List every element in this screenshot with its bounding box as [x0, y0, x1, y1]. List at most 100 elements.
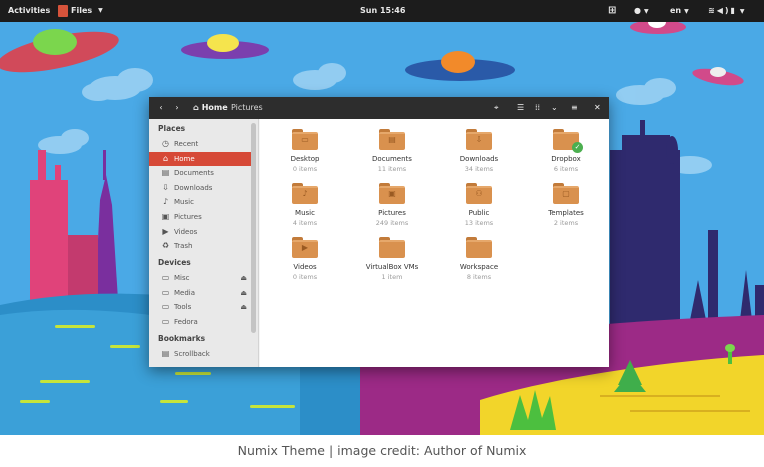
folder-item[interactable]: ▶ Videos 0 items [265, 237, 345, 281]
sidebar-item-recent[interactable]: ◷ Recent [149, 137, 251, 151]
icon-view: ▭ Desktop 0 items ▤ Documents 11 items ⇩ Downlo… [260, 119, 609, 367]
folder-icon [379, 237, 405, 258]
home-icon: ⌂ [193, 103, 199, 112]
sidebar-item-downloads[interactable]: ⇩ Downloads [149, 181, 251, 195]
files-app-icon [58, 5, 68, 17]
chevron-down-icon[interactable]: ⌄ [551, 97, 558, 119]
folder-item-count: 0 items [292, 165, 318, 173]
download-icon: ⇩ [162, 182, 169, 192]
sidebar-device-media[interactable]: ▭ Media ⏏ [149, 286, 251, 300]
chevron-down-icon: ▼ [684, 8, 689, 15]
documents-folder-icon: ▤ [379, 129, 405, 150]
sidebar-item-label: Tools [174, 303, 192, 312]
sidebar-device-fedora[interactable]: ▭ Fedora [149, 315, 251, 329]
home-icon: ⌂ [162, 153, 169, 163]
folder-item[interactable]: ▢ Templates 2 items [526, 183, 606, 227]
bookmark-icon: ▤ [161, 349, 170, 358]
hamburger-menu-icon[interactable]: ≡ [571, 97, 578, 119]
music-icon: ♪ [162, 197, 169, 207]
folder-item[interactable]: ▣ Pictures 249 items [352, 183, 432, 227]
folder-item[interactable]: ⇩ Downloads 34 items [439, 129, 519, 173]
top-panel: Activities Files ▼ Sun 15:46 ⊞ ● ▼ en ▼ ≋◀… [0, 0, 764, 22]
grid-view-icon[interactable]: ⁞⁞ [535, 97, 540, 119]
accessibility-menu[interactable]: ● ▼ [634, 0, 649, 22]
folder-item-count: 0 items [292, 273, 318, 281]
bookmarks-heading: Bookmarks [158, 334, 206, 343]
sidebar-item-music[interactable]: ♪ Music [149, 195, 251, 209]
accessibility-icon: ● [634, 6, 641, 15]
language-menu[interactable]: en ▼ [670, 0, 689, 22]
folder-item[interactable]: ✓ Dropbox 6 items [526, 129, 606, 173]
back-button[interactable]: ‹ [155, 97, 167, 119]
clock[interactable]: Sun 15:46 [360, 0, 405, 22]
clock-icon: ◷ [162, 139, 169, 148]
sync-check-icon: ✓ [572, 142, 583, 153]
folder-item-count: 6 items [553, 165, 579, 173]
sidebar-item-label: Misc [174, 274, 190, 282]
folder-item-count: 249 items [375, 219, 409, 227]
videos-folder-icon: ▶ [292, 237, 318, 258]
document-icon: ▤ [161, 168, 170, 178]
sidebar-item-label: Media [174, 288, 196, 297]
sidebar-item-trash[interactable]: ♻ Trash [149, 239, 251, 253]
folder-item-count: 8 items [466, 273, 492, 281]
sidebar-device-tools[interactable]: ▭ Tools ⏏ [149, 300, 251, 314]
folder-name: Music [295, 209, 315, 217]
drive-icon: ▭ [161, 302, 170, 312]
folder-name: Templates [548, 209, 584, 217]
sidebar-bookmark-scrollback[interactable]: ▤ Scrollback [149, 347, 251, 361]
downloads-folder-icon: ⇩ [466, 129, 492, 150]
sidebar-device-misc[interactable]: ▭ Misc ⏏ [149, 271, 251, 285]
folder-name: Documents [372, 155, 412, 163]
folder-item-count: 13 items [464, 219, 494, 227]
app-menu-label: Files [71, 6, 93, 15]
breadcrumb-home[interactable]: ⌂ Home [193, 97, 228, 119]
sidebar-item-label: Fedora [174, 317, 198, 326]
header-bar: ‹ › ⌂ Home Pictures ⌖ ☰ ⁞⁞ ⌄ ≡ ✕ [149, 97, 609, 119]
files-window: ‹ › ⌂ Home Pictures ⌖ ☰ ⁞⁞ ⌄ ≡ ✕ Places ◷… [149, 97, 609, 367]
eject-icon[interactable]: ⏏ [240, 300, 247, 314]
dropbox-folder-icon: ✓ [553, 129, 583, 153]
desktop-folder-icon: ▭ [292, 129, 318, 150]
image-caption: Numix Theme | image credit: Author of Nu… [237, 443, 527, 458]
chevron-down-icon: ▼ [98, 7, 103, 14]
folder-icon [466, 237, 492, 258]
forward-button[interactable]: › [171, 97, 183, 119]
breadcrumb-current[interactable]: Pictures [231, 97, 263, 119]
drive-icon: ▭ [161, 316, 170, 326]
folder-item[interactable]: ♪ Music 4 items [265, 183, 345, 227]
folder-name: Videos [293, 263, 317, 271]
picture-icon: ▣ [161, 212, 170, 221]
workspace-grid-icon[interactable]: ⊞ [608, 0, 616, 22]
location-icon[interactable]: ⌖ [494, 97, 499, 119]
public-folder-icon: ⚇ [466, 183, 492, 204]
folder-item[interactable]: ▭ Desktop 0 items [265, 129, 345, 173]
volume-icon: ◀) [716, 6, 731, 15]
devices-heading: Devices [158, 258, 191, 267]
folder-item[interactable]: ▤ Documents 11 items [352, 129, 432, 173]
sidebar-item-label: Recent [174, 140, 199, 148]
folder-item[interactable]: VirtualBox VMs 1 item [352, 237, 432, 281]
close-icon[interactable]: ✕ [594, 97, 601, 119]
folder-name: Downloads [459, 155, 499, 163]
sidebar-item-pictures[interactable]: ▣ Pictures [149, 210, 251, 224]
app-menu-button[interactable]: Files ▼ [58, 0, 103, 22]
eject-icon[interactable]: ⏏ [240, 286, 247, 300]
sidebar-item-home[interactable]: ⌂ Home [149, 151, 251, 166]
drive-icon: ▭ [161, 273, 170, 282]
folder-item[interactable]: ⚇ Public 13 items [439, 183, 519, 227]
sidebar-item-videos[interactable]: ▶ Videos [149, 225, 251, 239]
sidebar-item-documents[interactable]: ▤ Documents [149, 166, 251, 180]
folder-item-count: 1 item [381, 273, 403, 281]
activities-button[interactable]: Activities [8, 0, 50, 22]
desktop-screenshot: Activities Files ▼ Sun 15:46 ⊞ ● ▼ en ▼ ≋◀… [0, 0, 764, 435]
eject-icon[interactable]: ⏏ [240, 271, 247, 285]
sidebar-item-label: Home [174, 154, 195, 163]
list-view-icon[interactable]: ☰ [517, 97, 524, 119]
folder-item[interactable]: Workspace 8 items [439, 237, 519, 281]
folder-name: Public [468, 209, 490, 217]
system-menu[interactable]: ≋◀)▮ ▼ [708, 0, 747, 22]
folder-name: Dropbox [551, 155, 581, 163]
sidebar-scrollbar[interactable] [251, 123, 256, 333]
chevron-down-icon: ▼ [643, 8, 649, 15]
